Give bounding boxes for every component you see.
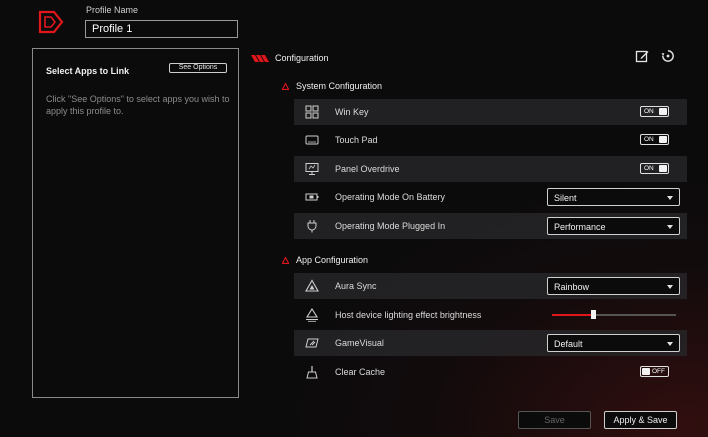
profile-name-input[interactable]	[85, 20, 238, 38]
operating-mode-plugged-value: Performance	[554, 222, 606, 232]
configuration-stripes-icon	[251, 54, 269, 62]
slider-fill	[552, 314, 593, 316]
warning-triangle-icon	[282, 256, 289, 264]
clear-cache-row: Clear Cache OFF	[294, 359, 687, 385]
operating-mode-battery-select[interactable]: Silent	[547, 188, 680, 206]
save-button[interactable]: Save	[518, 411, 591, 429]
gamevisual-icon	[305, 338, 319, 348]
aura-sync-row: Aura Sync Rainbow	[294, 273, 687, 299]
armoury-logo-icon	[38, 10, 64, 34]
operating-mode-plugged-select[interactable]: Performance	[547, 217, 680, 235]
windows-key-icon	[305, 105, 319, 119]
win-key-row: Win Key ON	[294, 99, 687, 125]
edit-icon[interactable]	[635, 49, 649, 63]
apply-and-save-button[interactable]: Apply & Save	[604, 411, 677, 429]
win-key-label: Win Key	[335, 107, 369, 117]
clear-cache-toggle-text: OFF	[652, 368, 665, 375]
operating-mode-plugged-label: Operating Mode Plugged In	[335, 221, 446, 231]
touch-pad-toggle-text: ON	[644, 136, 654, 143]
aura-sync-icon	[305, 279, 319, 292]
touchpad-icon	[305, 135, 319, 145]
select-apps-hint: Click "See Options" to select apps you w…	[46, 94, 230, 116]
operating-mode-plugged-row: Operating Mode Plugged In Performance	[294, 213, 687, 239]
toggle-knob	[659, 136, 667, 143]
lighting-brightness-label: Host device lighting effect brightness	[335, 310, 482, 320]
gamevisual-value: Default	[554, 339, 583, 349]
brightness-icon	[306, 308, 318, 322]
system-configuration-title: System Configuration	[282, 81, 382, 91]
win-key-toggle[interactable]: ON	[640, 106, 669, 117]
clear-cache-toggle[interactable]: OFF	[640, 366, 669, 377]
broom-icon	[306, 366, 318, 379]
warning-triangle-icon	[282, 82, 289, 90]
configuration-header: Configuration	[251, 52, 329, 64]
toggle-knob	[642, 368, 650, 375]
panel-overdrive-toggle[interactable]: ON	[640, 163, 669, 174]
app-configuration-label: App Configuration	[296, 255, 369, 265]
system-configuration-label: System Configuration	[296, 81, 383, 91]
chevron-down-icon	[667, 225, 673, 229]
gamevisual-row: GameVisual Default	[294, 330, 687, 356]
panel-overdrive-row: Panel Overdrive ON	[294, 156, 687, 182]
lighting-brightness-row: Host device lighting effect brightness	[294, 302, 687, 328]
aura-sync-value: Rainbow	[554, 282, 590, 292]
aura-sync-select[interactable]: Rainbow	[547, 277, 680, 295]
reset-icon[interactable]	[661, 49, 675, 63]
toggle-knob	[659, 165, 667, 172]
profile-name-label: Profile Name	[86, 5, 139, 15]
panel-overdrive-icon	[305, 163, 319, 175]
lighting-brightness-slider[interactable]	[552, 310, 676, 319]
select-apps-panel: Select Apps to Link See Options Click "S…	[32, 48, 239, 398]
chevron-down-icon	[667, 196, 673, 200]
chevron-down-icon	[667, 285, 673, 289]
aura-sync-label: Aura Sync	[335, 281, 377, 291]
app-configuration-title: App Configuration	[282, 255, 368, 265]
chevron-down-icon	[667, 342, 673, 346]
panel-overdrive-label: Panel Overdrive	[335, 164, 400, 174]
touch-pad-row: Touch Pad ON	[294, 127, 687, 153]
select-apps-title: Select Apps to Link	[46, 66, 130, 76]
plug-icon	[307, 220, 317, 233]
touch-pad-toggle[interactable]: ON	[640, 134, 669, 145]
battery-icon	[305, 193, 319, 201]
touch-pad-label: Touch Pad	[335, 135, 378, 145]
operating-mode-battery-row: Operating Mode On Battery Silent	[294, 184, 687, 210]
configuration-title: Configuration	[275, 53, 329, 63]
slider-knob[interactable]	[591, 310, 596, 319]
toggle-knob	[659, 108, 667, 115]
panel-overdrive-toggle-text: ON	[644, 165, 654, 172]
win-key-toggle-text: ON	[644, 108, 654, 115]
gamevisual-select[interactable]: Default	[547, 334, 680, 352]
see-options-button[interactable]: See Options	[169, 63, 227, 73]
operating-mode-battery-value: Silent	[554, 193, 577, 203]
clear-cache-label: Clear Cache	[335, 367, 386, 377]
gamevisual-label: GameVisual	[335, 338, 384, 348]
operating-mode-battery-label: Operating Mode On Battery	[335, 192, 446, 202]
